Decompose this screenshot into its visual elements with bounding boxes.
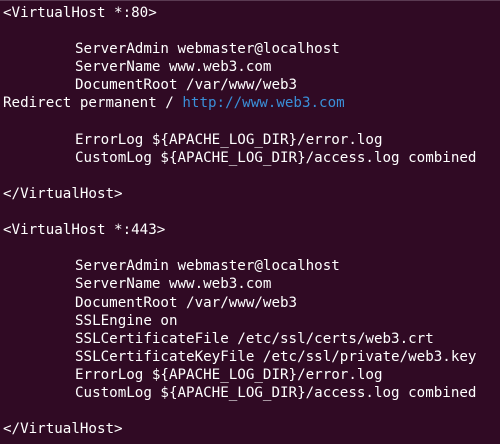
line-text: DocumentRoot /var/www/web3 [75,77,298,94]
line-text: <VirtualHost *:80> [3,5,157,21]
line-text: ServerName www.web3.com [75,276,272,293]
terminal-window[interactable]: <VirtualHost *:80> ServerAdmin webmaster@… [0,0,500,444]
redirect-url-link[interactable]: http://www.web3.com [182,95,344,111]
line-text: <VirtualHost *:443> [3,222,166,239]
line-text: </VirtualHost> [3,185,123,202]
terminal-line: ServerName www.web3.com [3,58,476,76]
line-text: ServerName www.web3.com [75,59,272,76]
line-text: ServerAdmin webmaster@localhost [75,258,340,275]
line-text: Redirect permanent / [3,95,183,112]
terminal-line: SSLCertificateKeyFile /etc/ssl/private/w… [3,348,476,366]
terminal-line: ErrorLog ${APACHE_LOG_DIR}/error.log [3,131,476,149]
terminal-line: CustomLog ${APACHE_LOG_DIR}/access.log c… [3,384,476,402]
terminal-line: SSLCertificateFile /etc/ssl/certs/web3.c… [3,330,476,348]
line-text: SSLEngine on [75,312,178,329]
line-text: ErrorLog ${APACHE_LOG_DIR}/error.log [75,366,383,383]
terminal-line: DocumentRoot /var/www/web3 [3,294,476,312]
terminal-output[interactable]: <VirtualHost *:80> ServerAdmin webmaster@… [3,4,476,438]
line-text: ErrorLog ${APACHE_LOG_DIR}/error.log [75,131,383,148]
scrolled-text-edge [0,0,500,1]
line-text: ServerAdmin webmaster@localhost [75,41,340,58]
line-text: SSLCertificateKeyFile /etc/ssl/private/w… [75,348,477,365]
terminal-line: ServerAdmin webmaster@localhost [3,257,476,275]
terminal-line: ServerName www.web3.com [3,275,476,293]
terminal-line: Redirect permanent / http://www.web3.com [3,94,476,112]
line-text: CustomLog ${APACHE_LOG_DIR}/access.log c… [75,384,477,401]
terminal-line: </VirtualHost> [3,185,476,203]
terminal-line: DocumentRoot /var/www/web3 [3,76,476,94]
terminal-line: ErrorLog ${APACHE_LOG_DIR}/error.log [3,366,476,384]
terminal-line: </VirtualHost> [3,420,476,438]
line-text: </VirtualHost> [3,421,123,438]
terminal-line: SSLEngine on [3,312,476,330]
terminal-line: <VirtualHost *:80> [3,4,476,22]
line-text: CustomLog ${APACHE_LOG_DIR}/access.log c… [75,149,477,166]
terminal-line: CustomLog ${APACHE_LOG_DIR}/access.log c… [3,149,476,167]
line-text: DocumentRoot /var/www/web3 [75,294,298,311]
terminal-line: ServerAdmin webmaster@localhost [3,40,476,58]
terminal-line: <VirtualHost *:443> [3,221,476,239]
line-text: SSLCertificateFile /etc/ssl/certs/web3.c… [75,330,434,347]
